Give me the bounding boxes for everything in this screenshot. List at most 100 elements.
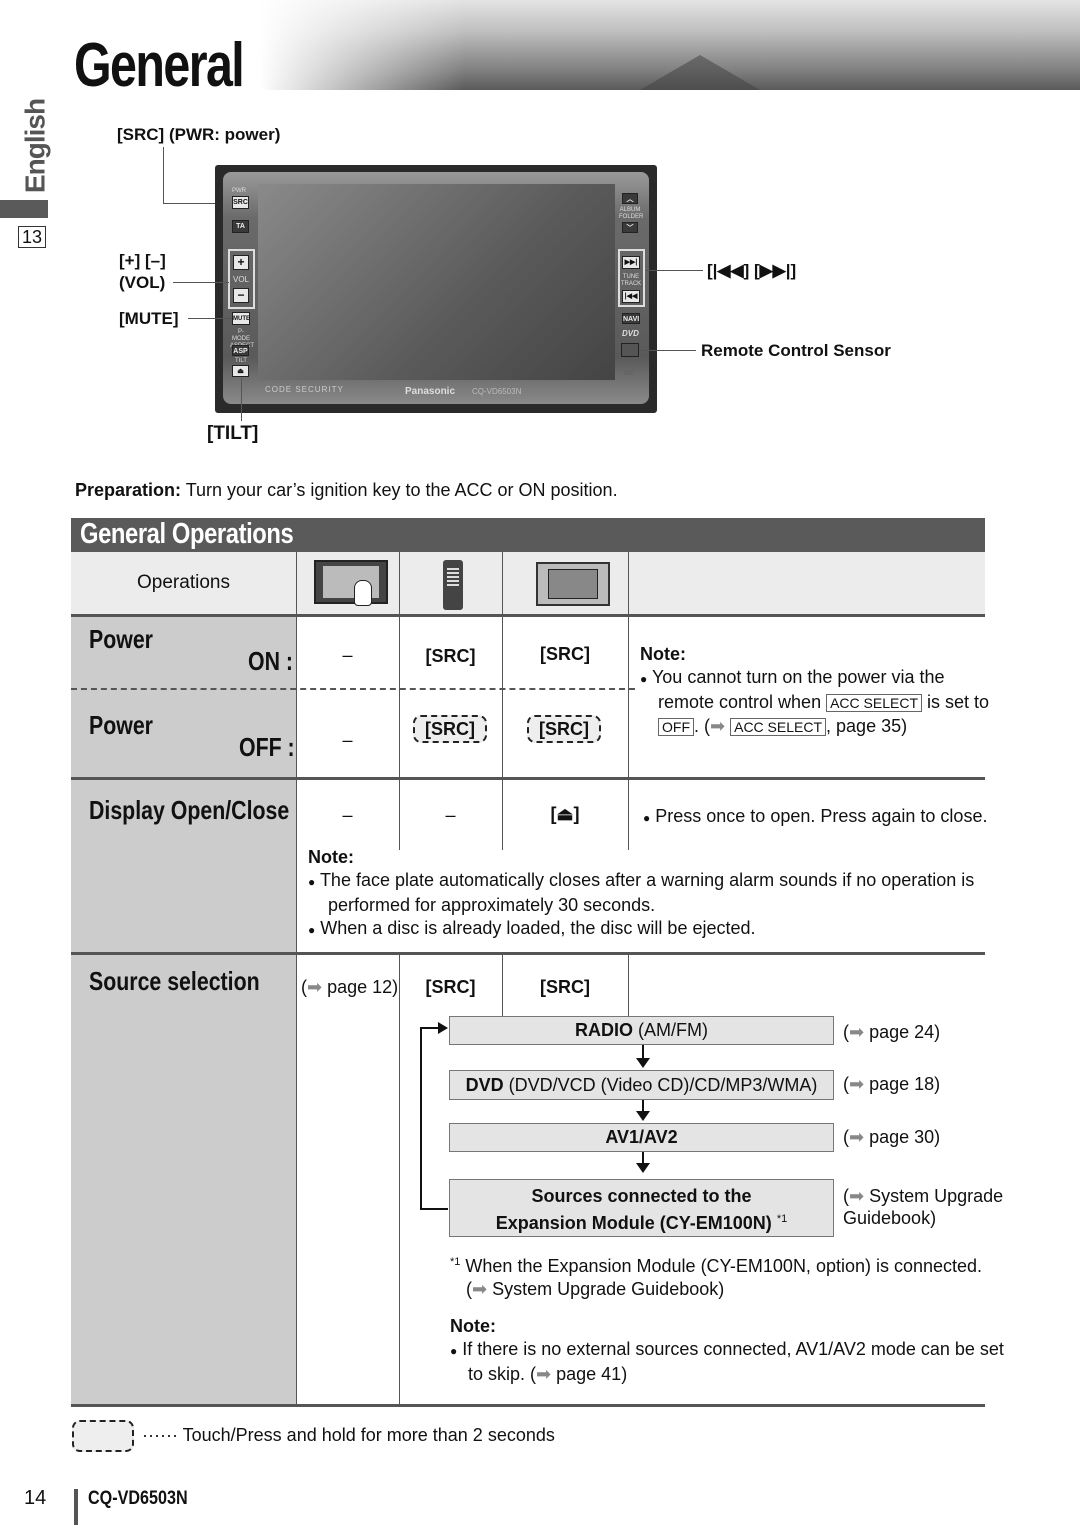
language-label: English: [19, 98, 51, 194]
touch-panel-icon: [314, 560, 388, 606]
device-model-label: CQ-VD6503N: [472, 387, 522, 396]
legend-dashed-box: [72, 1420, 134, 1452]
prev-track-button[interactable]: |◀◀: [622, 290, 640, 303]
source-unit: [SRC]: [540, 977, 590, 997]
arrow-icon: ➡: [536, 1364, 552, 1384]
acc-select-setting: ACC SELECT: [826, 694, 923, 712]
flow-dvd-bold: DVD: [465, 1075, 504, 1095]
operations-header: Operations: [137, 572, 230, 593]
bullet: ●: [640, 672, 648, 686]
display-unit: [⏏]: [550, 804, 580, 824]
section-title: General Operations: [80, 518, 294, 550]
loop-line: [420, 1027, 440, 1029]
vol-label: VOL: [233, 275, 250, 284]
next-track-button[interactable]: ▶▶|: [622, 256, 640, 269]
flow-radio-rest: (AM/FM): [633, 1020, 708, 1040]
footnote-ref: *1: [776, 1213, 788, 1225]
code-security-label: CODE SECURITY: [265, 385, 344, 394]
dashed-divider: [71, 688, 635, 690]
bullet: ●: [643, 811, 651, 825]
unit-panel-icon: [536, 562, 610, 606]
folder-down-button[interactable]: ﹀: [622, 222, 638, 233]
ref-av: (➡ page 30): [843, 1127, 940, 1148]
power-note-line2a: remote control when: [658, 692, 827, 712]
asp-button[interactable]: ASP: [232, 345, 249, 356]
source-note-line2b: page 41): [551, 1364, 628, 1384]
flow-arrowhead: [636, 1058, 650, 1068]
source-label-cell: [71, 955, 296, 1404]
source-note: Note: ● If there is no external sources …: [450, 1315, 1004, 1386]
tilt-label: TILT: [235, 358, 247, 364]
leader-line: [645, 270, 703, 271]
ta-button[interactable]: TA: [232, 220, 249, 233]
display-desc-text: Press once to open. Press again to close…: [655, 806, 988, 826]
flow-dvd: DVD (DVD/VCD (Video CD)/CD/MP3/WMA): [449, 1070, 834, 1100]
power-note-line1: You cannot turn on the power via the: [651, 667, 945, 687]
power-on-sub: ON :: [248, 646, 294, 676]
footnote-line1: When the Expansion Module (CY-EM100N, op…: [465, 1256, 983, 1276]
flow-dvd-rest: (DVD/VCD (Video CD)/CD/MP3/WMA): [503, 1075, 818, 1095]
acc-select-setting-ref: ACC SELECT: [730, 718, 827, 736]
source-touch-ref: page 12): [327, 977, 399, 997]
power-off-sub: OFF :: [239, 732, 295, 762]
flow-radio-bold: RADIO: [575, 1020, 633, 1040]
power-note-line3b: , page 35): [826, 716, 908, 736]
flow-arrowhead: [636, 1163, 650, 1173]
column-divider: [628, 955, 629, 1017]
power-off-remote: [SRC]: [413, 715, 487, 743]
callout-vol-sub: (VOL): [119, 273, 166, 292]
page-title: General: [74, 31, 245, 100]
ref-expansion-text: System Upgrade: [869, 1186, 1004, 1206]
callout-sensor: Remote Control Sensor: [701, 341, 891, 360]
flow-arrow: [642, 1045, 644, 1059]
leader-line: [241, 378, 242, 421]
folder-up-button[interactable]: ︿: [622, 193, 638, 204]
mute-button[interactable]: MUTE: [232, 312, 250, 325]
footnote-line2: System Upgrade Guidebook): [492, 1279, 725, 1299]
remote-sensor: [621, 343, 639, 357]
display-note2: When a disc is already loaded, the disc …: [320, 918, 756, 938]
power-note-line3a: . (: [694, 716, 710, 736]
column-divider: [399, 955, 400, 1407]
off-setting: OFF: [658, 718, 694, 736]
eject-tilt-button[interactable]: ⏏: [232, 365, 249, 377]
flow-av: AV1/AV2: [449, 1123, 834, 1152]
callout-track: [|◀◀] [▶▶|]: [707, 261, 797, 280]
vol-minus-button[interactable]: −: [233, 288, 249, 303]
ref-av-text: page 30): [869, 1127, 941, 1147]
power-off-remote-wrap: [SRC]: [413, 715, 487, 743]
album-folder-label: ALBUM FOLDER: [619, 207, 644, 220]
preparation-text: Preparation: Turn your car’s ignition ke…: [75, 480, 618, 501]
bullet: ●: [308, 875, 316, 889]
callout-src: [SRC] (PWR: power): [117, 125, 281, 144]
indicator-light: [624, 368, 633, 375]
source-note-title: Note:: [450, 1316, 496, 1336]
flow-expansion-line1: Sources connected to the: [531, 1186, 752, 1206]
src-button[interactable]: SRC: [232, 196, 249, 209]
display-desc: ● Press once to open. Press again to clo…: [643, 805, 987, 830]
flow-arrowhead: [636, 1111, 650, 1121]
language-tab-bar: [0, 200, 48, 218]
vol-plus-button[interactable]: +: [233, 255, 249, 270]
display-label: Display Open/Close: [89, 795, 290, 825]
source-label: Source selection: [89, 966, 260, 996]
arrow-icon: ➡: [849, 1022, 865, 1042]
footer-bar: [74, 1489, 78, 1525]
power-on-unit: [SRC]: [540, 644, 590, 664]
flow-expansion: Sources connected to the Expansion Modul…: [449, 1179, 834, 1237]
display-touch: –: [342, 805, 353, 825]
navi-button[interactable]: NAVI: [622, 313, 640, 324]
source-touch: (➡ page 12): [301, 977, 398, 998]
power-off-unit-wrap: [SRC]: [527, 715, 601, 743]
arrow-icon: ➡: [472, 1279, 488, 1299]
footer-model: CQ-VD6503N: [88, 1488, 188, 1509]
flow-av-bold: AV1/AV2: [605, 1127, 678, 1147]
remote-control-icon: [443, 560, 463, 610]
display-note-title: Note:: [308, 847, 354, 867]
pwr-label: PWR: [232, 188, 246, 194]
arrow-icon: ➡: [849, 1074, 865, 1094]
ref-expansion-text2: Guidebook): [843, 1208, 937, 1228]
page-number: 14: [24, 1487, 47, 1509]
preparation-label: Preparation:: [75, 480, 182, 500]
device-screen: [258, 184, 615, 380]
